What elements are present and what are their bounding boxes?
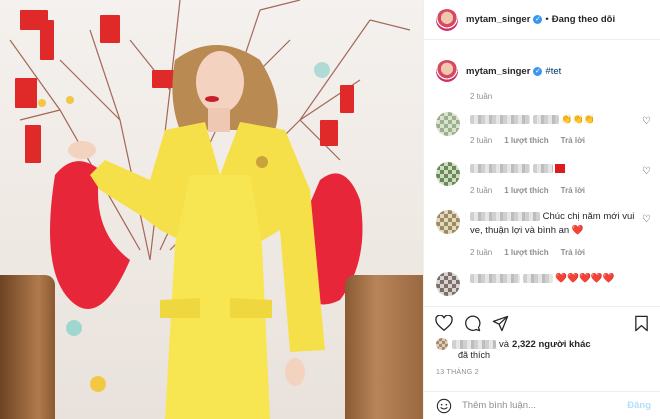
comment-meta: 2 tuần 1 lượt thích Trả lời — [470, 248, 585, 257]
blurred-username — [470, 163, 530, 173]
comment-time: 2 tuần — [470, 136, 493, 145]
commenter-avatar[interactable] — [436, 112, 460, 136]
verified-badge-icon: ✓ — [533, 15, 543, 24]
separator-dot: • — [545, 14, 549, 25]
woman-in-yellow-suit — [68, 45, 325, 419]
reply-button[interactable]: Trả lời — [561, 136, 585, 145]
blurred-username — [470, 273, 520, 283]
verified-badge-icon: ✓ — [533, 66, 543, 76]
post-header: mytam_singer ✓ • Đang theo dõi — [424, 0, 660, 40]
comment-text — [470, 162, 638, 176]
post-action-bar — [424, 306, 660, 338]
comment-emoji: ❤️❤️❤️❤️❤️ — [555, 273, 615, 284]
commenter-avatar[interactable] — [436, 272, 460, 296]
commenter-avatar[interactable] — [436, 210, 460, 234]
heart-icon[interactable]: ♡ — [642, 166, 651, 177]
caption-time: 2 tuần — [470, 92, 493, 101]
comment-text: ❤️❤️❤️❤️❤️ — [470, 272, 638, 286]
comment-icon[interactable] — [464, 315, 481, 332]
comment-text: 👏👏👏 — [470, 112, 638, 127]
author-avatar[interactable] — [436, 8, 458, 31]
comment-text: Chúc chị năm mới vui ve, thuận lợi và bì… — [470, 210, 638, 238]
heart-icon[interactable] — [435, 315, 453, 331]
caption-hashtag[interactable]: #tet — [545, 66, 561, 77]
comment-composer: Đăng — [424, 391, 660, 419]
likes-count[interactable]: 2,322 người khác — [512, 339, 591, 350]
caption-username[interactable]: mytam_singer — [466, 66, 530, 77]
comment-meta: 2 tuần 1 lượt thích Trả lời — [470, 186, 585, 195]
author-username[interactable]: mytam_singer — [466, 14, 530, 25]
heart-icon[interactable]: ♡ — [642, 214, 651, 225]
commenter-avatar[interactable] — [436, 162, 460, 186]
post-side-panel: mytam_singer ✓ • Đang theo dõi mytam_sin… — [423, 0, 660, 419]
follow-status-button[interactable]: Đang theo dõi — [552, 14, 615, 25]
blurred-username — [470, 211, 540, 221]
blurred-red-mark — [555, 163, 566, 173]
comment-emoji: ❤️ — [571, 225, 584, 236]
blurred-text — [522, 273, 553, 283]
comment-input[interactable] — [462, 400, 612, 411]
likes-suffix: đã thích — [458, 350, 491, 360]
heart-icon[interactable]: ♡ — [642, 116, 651, 127]
comment-likes[interactable]: 1 lượt thích — [504, 186, 548, 195]
comment-likes[interactable]: 1 lượt thích — [504, 248, 548, 257]
comment-meta: 2 tuần 1 lượt thích Trả lời — [470, 136, 585, 145]
comment-likes[interactable]: 1 lượt thích — [504, 136, 548, 145]
blurred-liker-name — [452, 339, 496, 349]
blurred-text — [532, 163, 553, 173]
smiley-icon[interactable] — [436, 398, 452, 414]
comment-emoji: 👏👏👏 — [561, 114, 595, 124]
blurred-text — [532, 114, 559, 124]
post-date[interactable]: 13 THÁNG 2 — [436, 369, 479, 376]
comment-time: 2 tuần — [470, 186, 493, 195]
post-caption: mytam_singer ✓ #tet 2 tuần — [436, 60, 651, 101]
bookmark-icon[interactable] — [634, 315, 649, 332]
liker-avatar — [436, 338, 448, 350]
post-photo[interactable] — [0, 0, 423, 419]
blurred-username — [470, 114, 530, 124]
post-comment-button[interactable]: Đăng — [627, 400, 651, 411]
reply-button[interactable]: Trả lời — [561, 186, 585, 195]
likes-prefix: và — [499, 338, 510, 350]
reply-button[interactable]: Trả lời — [561, 248, 585, 257]
likes-summary[interactable]: và 2,322 người khác — [436, 338, 591, 350]
caption-avatar[interactable] — [436, 60, 458, 82]
send-icon[interactable] — [492, 315, 509, 332]
comment-time: 2 tuần — [470, 248, 493, 257]
